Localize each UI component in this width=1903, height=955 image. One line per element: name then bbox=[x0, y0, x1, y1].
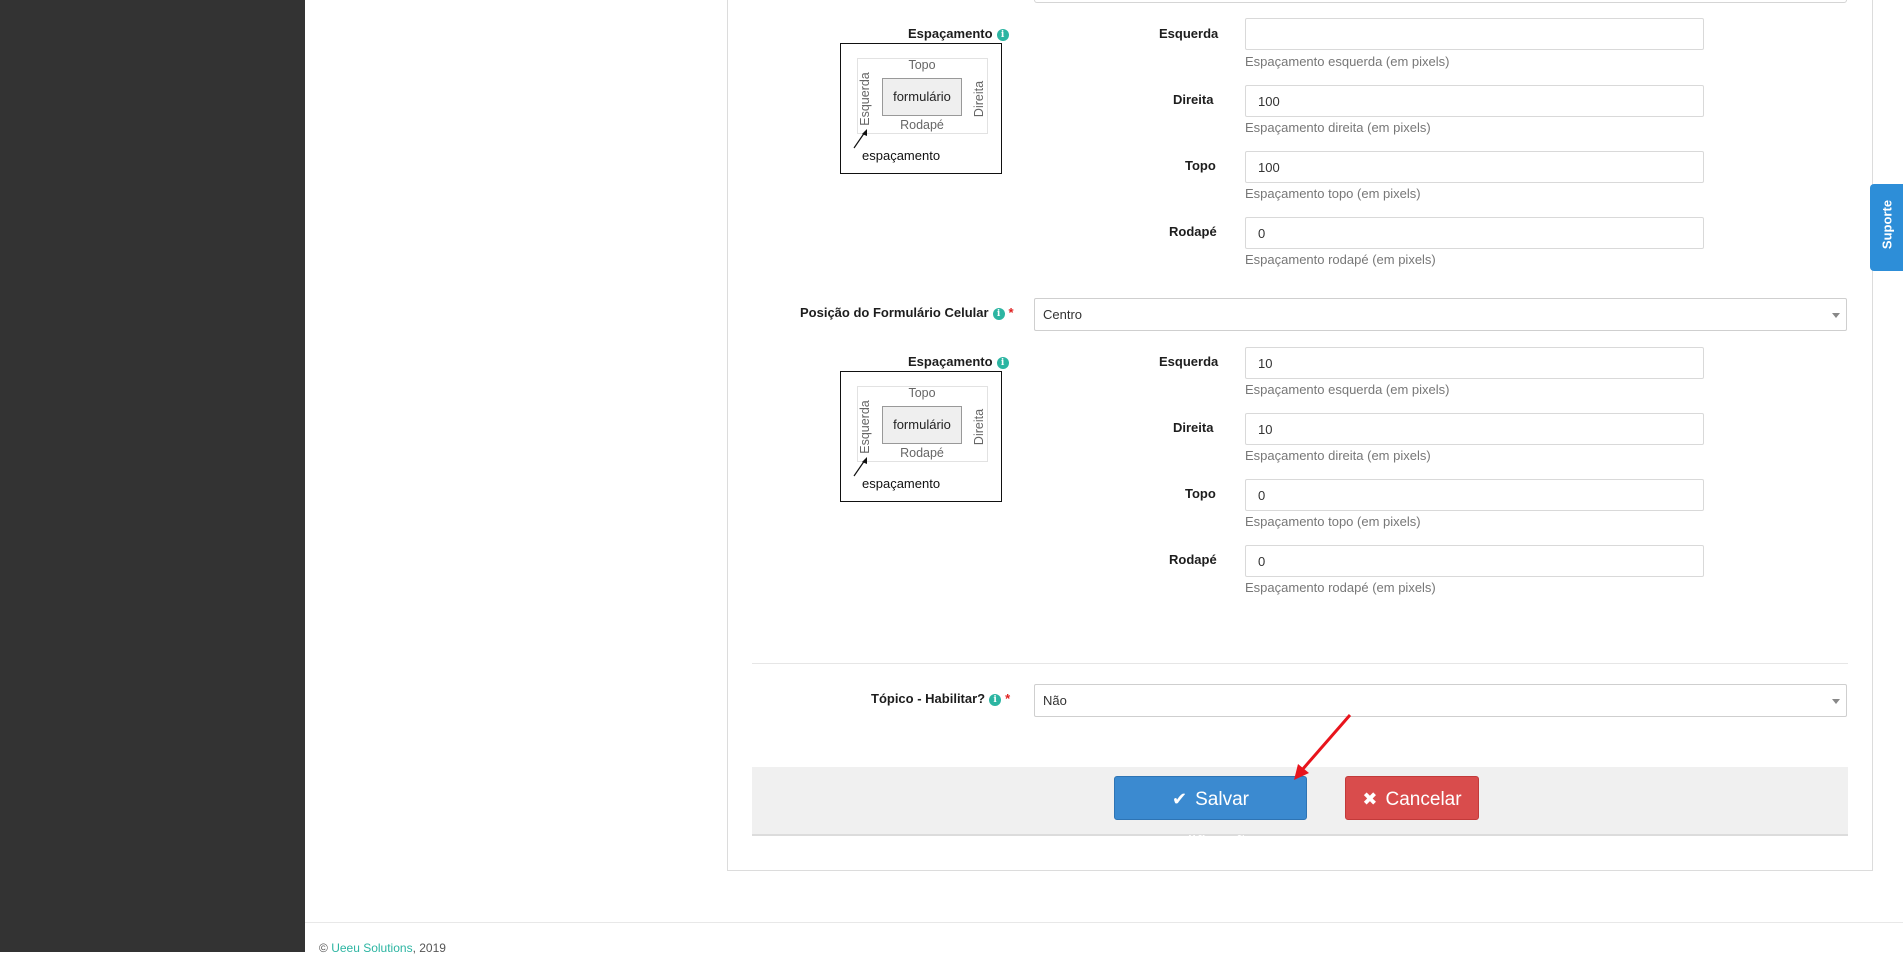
chevron-down-icon bbox=[1832, 699, 1840, 704]
diagram-form-box: formulário bbox=[882, 406, 962, 444]
info-icon[interactable]: i bbox=[996, 29, 1009, 41]
check-icon: ✔ bbox=[1172, 789, 1188, 809]
form-actions-bar: ✔ Salvar modificações ✖ Cancelar bbox=[752, 767, 1848, 854]
top-spacing-input[interactable] bbox=[1245, 151, 1704, 183]
mobile-left-spacing-input[interactable] bbox=[1245, 347, 1704, 379]
right-spacing-label: Direita bbox=[1173, 92, 1214, 107]
left-spacing-help: Espaçamento esquerda (em pixels) bbox=[1245, 54, 1450, 69]
diagram-left-label: Esquerda bbox=[858, 400, 872, 454]
company-link[interactable]: Ueeu Solutions bbox=[331, 941, 412, 955]
left-spacing-input[interactable] bbox=[1245, 18, 1704, 50]
mobile-left-spacing-label: Esquerda bbox=[1159, 354, 1219, 369]
mobile-right-spacing-label: Direita bbox=[1173, 420, 1214, 435]
chevron-down-icon bbox=[1832, 313, 1840, 318]
mobile-top-spacing-input[interactable] bbox=[1245, 479, 1704, 511]
info-icon[interactable]: i bbox=[992, 308, 1005, 320]
footer: © Ueeu Solutions, 2019 bbox=[319, 941, 446, 955]
spacing-label: Espaçamento i bbox=[908, 26, 1009, 41]
mobile-top-spacing-label: Topo bbox=[1185, 486, 1216, 501]
mobile-bottom-spacing-help: Espaçamento rodapé (em pixels) bbox=[1245, 580, 1436, 595]
diagram-padding-label: espaçamento bbox=[862, 476, 941, 491]
mobile-right-spacing-input[interactable] bbox=[1245, 413, 1704, 445]
mobile-spacing-diagram: Topo formulário Rodapé Esquerda Direita … bbox=[840, 371, 1002, 502]
mobile-bottom-spacing-label: Rodapé bbox=[1169, 552, 1217, 567]
sidebar bbox=[0, 0, 305, 952]
bottom-spacing-input[interactable] bbox=[1245, 217, 1704, 249]
footer-divider bbox=[305, 922, 1903, 923]
info-icon[interactable]: i bbox=[996, 357, 1009, 369]
section-divider bbox=[752, 663, 1848, 664]
left-spacing-label: Esquerda bbox=[1159, 26, 1219, 41]
diagram-padding-label: espaçamento bbox=[862, 148, 941, 163]
previous-select-field[interactable] bbox=[1034, 0, 1847, 3]
diagram-right-label: Direita bbox=[972, 408, 986, 446]
cancel-button[interactable]: ✖ Cancelar bbox=[1345, 776, 1479, 820]
mobile-position-label: Posição do Formulário Celular i * bbox=[800, 305, 1014, 320]
diagram-left-label: Esquerda bbox=[858, 72, 872, 126]
mobile-spacing-label: Espaçamento i bbox=[908, 354, 1009, 369]
top-spacing-help: Espaçamento topo (em pixels) bbox=[1245, 186, 1421, 201]
right-spacing-input[interactable] bbox=[1245, 85, 1704, 117]
right-spacing-help: Espaçamento direita (em pixels) bbox=[1245, 120, 1431, 135]
mobile-position-select[interactable]: Centro bbox=[1034, 298, 1847, 331]
diagram-pointer-arrow-icon bbox=[853, 129, 867, 149]
diagram-form-box: formulário bbox=[882, 78, 962, 116]
top-spacing-label: Topo bbox=[1185, 158, 1216, 173]
mobile-right-spacing-help: Espaçamento direita (em pixels) bbox=[1245, 448, 1431, 463]
close-icon: ✖ bbox=[1362, 789, 1378, 809]
support-tab[interactable]: Suporte bbox=[1870, 184, 1903, 271]
mobile-left-spacing-help: Espaçamento esquerda (em pixels) bbox=[1245, 382, 1450, 397]
save-button[interactable]: ✔ Salvar modificações bbox=[1114, 776, 1307, 854]
mobile-bottom-spacing-input[interactable] bbox=[1245, 545, 1704, 577]
mobile-top-spacing-help: Espaçamento topo (em pixels) bbox=[1245, 514, 1421, 529]
info-icon[interactable]: i bbox=[989, 694, 1002, 706]
diagram-pointer-arrow-icon bbox=[853, 457, 867, 477]
spacing-diagram: Topo formulário Rodapé Esquerda Direita … bbox=[840, 43, 1002, 174]
bottom-spacing-label: Rodapé bbox=[1169, 224, 1217, 239]
bottom-spacing-help: Espaçamento rodapé (em pixels) bbox=[1245, 252, 1436, 267]
diagram-right-label: Direita bbox=[972, 80, 986, 118]
topic-enable-select[interactable]: Não bbox=[1034, 684, 1847, 717]
topic-enable-label: Tópico - Habilitar? i * bbox=[871, 691, 1011, 706]
